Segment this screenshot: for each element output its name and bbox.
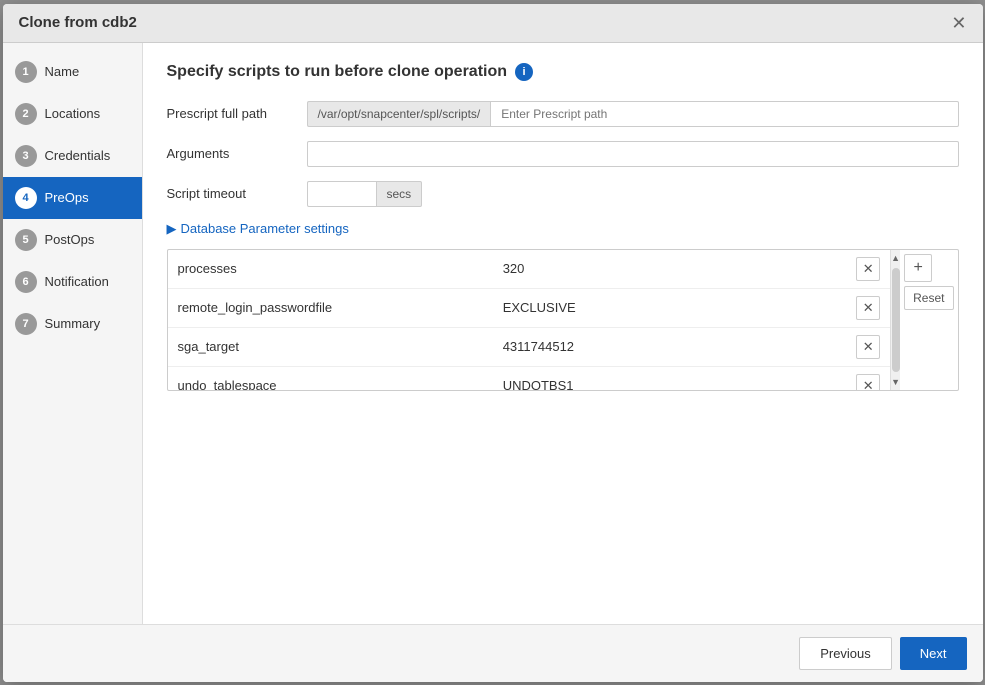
close-button[interactable]: ✕ bbox=[951, 14, 966, 32]
remove-param-button[interactable]: ✕ bbox=[856, 296, 880, 320]
sidebar-item-summary[interactable]: 7 Summary bbox=[3, 303, 142, 345]
modal-overlay: Clone from cdb2 ✕ 1 Name 2 Locations 3 C… bbox=[0, 0, 985, 685]
modal-title: Clone from cdb2 bbox=[19, 14, 137, 31]
previous-button[interactable]: Previous bbox=[799, 637, 892, 670]
sidebar: 1 Name 2 Locations 3 Credentials 4 PreOp… bbox=[3, 43, 143, 624]
info-icon[interactable]: i bbox=[515, 63, 533, 81]
prescript-path-row: Prescript full path /var/opt/snapcenter/… bbox=[167, 101, 959, 127]
main-content: Specify scripts to run before clone oper… bbox=[143, 43, 983, 624]
sidebar-item-notification[interactable]: 6 Notification bbox=[3, 261, 142, 303]
scroll-down-arrow[interactable]: ▼ bbox=[891, 374, 900, 390]
modal-header: Clone from cdb2 ✕ bbox=[3, 4, 983, 43]
sidebar-item-preops[interactable]: 4 PreOps bbox=[3, 177, 142, 219]
step-circle-5: 5 bbox=[15, 229, 37, 251]
next-button[interactable]: Next bbox=[900, 637, 967, 670]
prescript-prefix: /var/opt/snapcenter/spl/scripts/ bbox=[307, 101, 491, 127]
sidebar-item-postops[interactable]: 5 PostOps bbox=[3, 219, 142, 261]
timeout-group: 60 secs bbox=[307, 181, 959, 207]
param-actions: + Reset bbox=[900, 250, 957, 390]
sidebar-item-locations[interactable]: 2 Locations bbox=[3, 93, 142, 135]
db-param-toggle[interactable]: ▶ Database Parameter settings bbox=[167, 221, 959, 237]
toggle-arrow-icon: ▶ bbox=[167, 221, 177, 237]
sidebar-label-notification: Notification bbox=[45, 274, 109, 289]
param-remove-cell: ✕ bbox=[846, 250, 890, 289]
prescript-label: Prescript full path bbox=[167, 106, 307, 121]
timeout-unit: secs bbox=[377, 181, 423, 207]
param-table: processes 320 ✕ remote_login_passwordfil… bbox=[168, 250, 891, 390]
arguments-label: Arguments bbox=[167, 146, 307, 161]
scroll-up-arrow[interactable]: ▲ bbox=[891, 250, 900, 266]
param-name: processes bbox=[168, 250, 493, 289]
close-icon: ✕ bbox=[951, 13, 966, 33]
modal-footer: Previous Next bbox=[3, 624, 983, 682]
timeout-input[interactable]: 60 bbox=[307, 181, 377, 207]
param-remove-cell: ✕ bbox=[846, 327, 890, 366]
step-circle-2: 2 bbox=[15, 103, 37, 125]
sidebar-item-name[interactable]: 1 Name bbox=[3, 51, 142, 93]
param-name: remote_login_passwordfile bbox=[168, 288, 493, 327]
param-remove-cell: ✕ bbox=[846, 366, 890, 390]
param-value: 4311744512 bbox=[493, 327, 846, 366]
remove-param-button[interactable]: ✕ bbox=[856, 257, 880, 281]
db-param-label: Database Parameter settings bbox=[181, 221, 349, 236]
sidebar-label-postops: PostOps bbox=[45, 232, 95, 247]
step-circle-6: 6 bbox=[15, 271, 37, 293]
reset-params-button[interactable]: Reset bbox=[904, 286, 953, 310]
sidebar-label-name: Name bbox=[45, 64, 80, 79]
sidebar-label-preops: PreOps bbox=[45, 190, 89, 205]
scroll-thumb bbox=[892, 268, 900, 372]
modal-body: 1 Name 2 Locations 3 Credentials 4 PreOp… bbox=[3, 43, 983, 624]
step-circle-4: 4 bbox=[15, 187, 37, 209]
sidebar-label-credentials: Credentials bbox=[45, 148, 111, 163]
param-value: EXCLUSIVE bbox=[493, 288, 846, 327]
sidebar-label-locations: Locations bbox=[45, 106, 101, 121]
sidebar-item-credentials[interactable]: 3 Credentials bbox=[3, 135, 142, 177]
param-value: 320 bbox=[493, 250, 846, 289]
table-row: processes 320 ✕ bbox=[168, 250, 891, 289]
content-header: Specify scripts to run before clone oper… bbox=[167, 63, 959, 81]
step-circle-3: 3 bbox=[15, 145, 37, 167]
remove-param-button[interactable]: ✕ bbox=[856, 335, 880, 359]
step-circle-1: 1 bbox=[15, 61, 37, 83]
timeout-row: Script timeout 60 secs bbox=[167, 181, 959, 207]
step-circle-7: 7 bbox=[15, 313, 37, 335]
prescript-path-group: /var/opt/snapcenter/spl/scripts/ bbox=[307, 101, 959, 127]
param-value: UNDOTBS1 bbox=[493, 366, 846, 390]
sidebar-label-summary: Summary bbox=[45, 316, 101, 331]
param-scrollbar: ▲ ▼ bbox=[890, 250, 900, 390]
add-param-button[interactable]: + bbox=[904, 254, 932, 282]
modal: Clone from cdb2 ✕ 1 Name 2 Locations 3 C… bbox=[3, 4, 983, 682]
prescript-input[interactable] bbox=[490, 101, 958, 127]
content-title: Specify scripts to run before clone oper… bbox=[167, 63, 508, 81]
table-row: undo_tablespace UNDOTBS1 ✕ bbox=[168, 366, 891, 390]
timeout-label: Script timeout bbox=[167, 186, 307, 201]
arguments-row: Arguments bbox=[167, 141, 959, 167]
arguments-input[interactable] bbox=[307, 141, 959, 167]
remove-param-button[interactable]: ✕ bbox=[856, 374, 880, 390]
param-name: sga_target bbox=[168, 327, 493, 366]
param-name: undo_tablespace bbox=[168, 366, 493, 390]
table-row: remote_login_passwordfile EXCLUSIVE ✕ bbox=[168, 288, 891, 327]
param-table-container: processes 320 ✕ remote_login_passwordfil… bbox=[167, 249, 959, 391]
param-remove-cell: ✕ bbox=[846, 288, 890, 327]
table-row: sga_target 4311744512 ✕ bbox=[168, 327, 891, 366]
